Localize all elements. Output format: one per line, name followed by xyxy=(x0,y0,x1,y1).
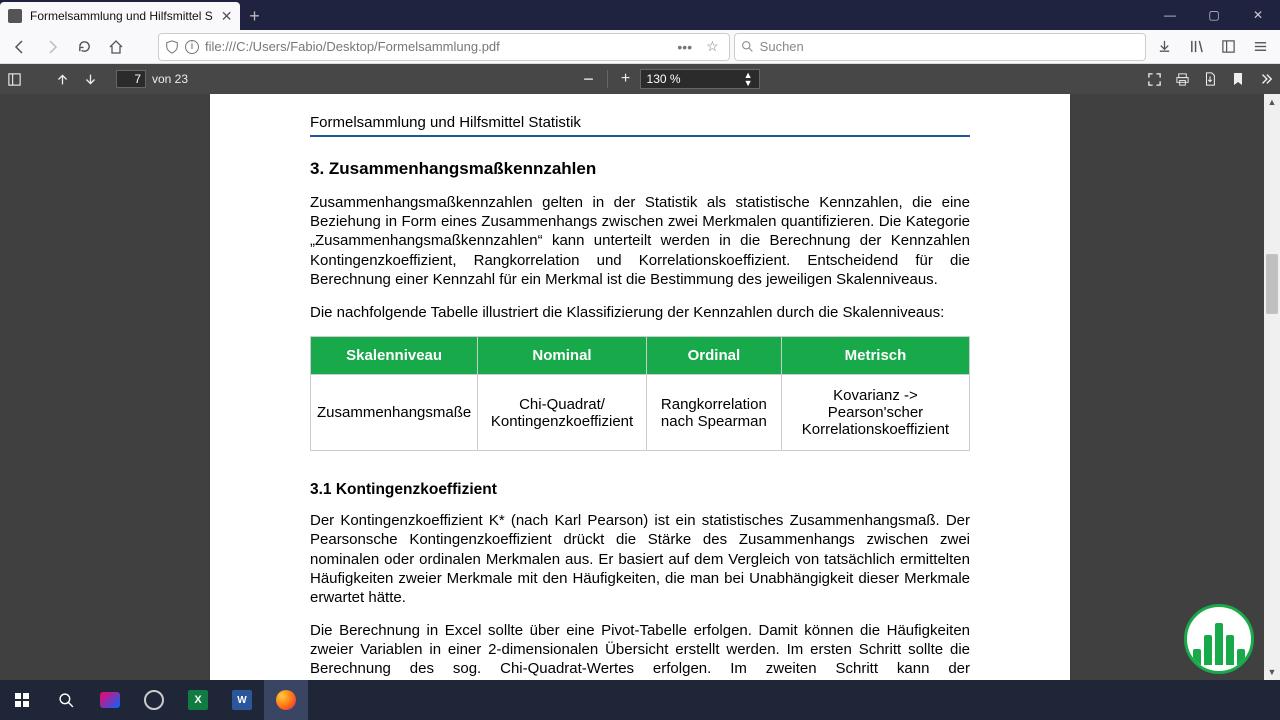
table-cell: Kovarianz -> Pearson'scher Korrelationsk… xyxy=(781,375,969,451)
pdf-sidebar-toggle[interactable] xyxy=(0,65,28,93)
info-icon[interactable]: i xyxy=(185,40,199,54)
watermark-logo xyxy=(1184,604,1254,674)
chevrons-right-icon xyxy=(1259,72,1273,86)
table-cell: Zusammenhangsmaße xyxy=(311,375,478,451)
browser-tab-active[interactable]: Formelsammlung und Hilfsmittel S ✕ xyxy=(0,2,240,30)
panel-icon xyxy=(7,72,22,87)
start-button[interactable] xyxy=(0,680,44,720)
reload-icon xyxy=(77,39,92,54)
subsection-title: 3.1 Kontingenzkoeffizient xyxy=(310,481,970,499)
table-header: Nominal xyxy=(478,337,647,375)
page-actions-icon[interactable]: ••• xyxy=(673,39,696,55)
pdf-bookmark-button[interactable] xyxy=(1224,65,1252,93)
pdf-next-page[interactable] xyxy=(76,65,104,93)
download-icon xyxy=(1157,39,1172,54)
obs-icon xyxy=(144,690,164,710)
forward-button[interactable] xyxy=(38,33,66,61)
bookmark-star-icon[interactable]: ☆ xyxy=(702,38,723,55)
arrow-down-icon xyxy=(84,73,97,86)
pdf-prev-page[interactable] xyxy=(48,65,76,93)
app-menu-button[interactable] xyxy=(1246,33,1274,61)
new-tab-button[interactable]: + xyxy=(240,2,268,30)
taskbar-app-1[interactable] xyxy=(88,680,132,720)
home-icon xyxy=(108,39,124,55)
scale-table: Skalenniveau Nominal Ordinal Metrisch Zu… xyxy=(310,336,970,451)
window-minimize-button[interactable]: — xyxy=(1148,0,1192,30)
chevron-updown-icon: ▲▼ xyxy=(744,71,753,87)
paragraph-2: Die nachfolgende Tabelle illustriert die… xyxy=(310,303,970,322)
snip-icon xyxy=(100,692,120,708)
table-cell: Chi-Quadrat/ Kontingenzkoeffizient xyxy=(478,375,647,451)
section-title: 3. Zusammenhangsmaßkennzahlen xyxy=(310,159,970,179)
taskbar-firefox[interactable] xyxy=(264,680,308,720)
paragraph-1: Zusammenhangsmaßkennzahlen gelten in der… xyxy=(310,193,970,289)
window-controls: — ▢ ✕ xyxy=(1148,0,1280,30)
library-button[interactable] xyxy=(1182,33,1210,61)
print-icon xyxy=(1175,72,1190,87)
nav-toolbar: i file:///C:/Users/Fabio/Desktop/Formels… xyxy=(0,30,1280,64)
windows-icon xyxy=(14,692,30,708)
taskbar-excel[interactable]: X xyxy=(176,680,220,720)
firefox-icon xyxy=(276,690,296,710)
table-cell: Rangkorrelation nach Spearman xyxy=(646,375,781,451)
fullscreen-icon xyxy=(1147,72,1162,87)
hamburger-icon xyxy=(1253,39,1268,54)
excel-icon: X xyxy=(188,690,208,710)
paragraph-3: Der Kontingenzkoeffizient K* (nach Karl … xyxy=(310,511,970,607)
search-icon xyxy=(741,40,754,53)
arrow-up-icon xyxy=(56,73,69,86)
pdf-favicon xyxy=(8,9,22,23)
table-header: Skalenniveau xyxy=(311,337,478,375)
pdf-zoom-value: 130 % xyxy=(647,72,681,86)
pdf-zoom-in[interactable]: + xyxy=(612,65,640,93)
paragraph-4: Die Berechnung in Excel sollte über eine… xyxy=(310,621,970,680)
doc-header: Formelsammlung und Hilfsmittel Statistik xyxy=(310,114,970,137)
scroll-down-button[interactable]: ▼ xyxy=(1264,664,1280,680)
pdf-viewport[interactable]: Formelsammlung und Hilfsmittel Statistik… xyxy=(0,94,1280,680)
pdf-download-button[interactable] xyxy=(1196,65,1224,93)
library-icon xyxy=(1189,39,1204,54)
url-text: file:///C:/Users/Fabio/Desktop/Formelsam… xyxy=(205,39,667,54)
pdf-page: Formelsammlung und Hilfsmittel Statistik… xyxy=(210,94,1070,680)
scroll-up-button[interactable]: ▲ xyxy=(1264,94,1280,110)
address-bar[interactable]: i file:///C:/Users/Fabio/Desktop/Formels… xyxy=(158,33,730,61)
pdf-toolbar: von 23 − + 130 % ▲▼ xyxy=(0,64,1280,94)
reload-button[interactable] xyxy=(70,33,98,61)
pdf-print-button[interactable] xyxy=(1168,65,1196,93)
bookmark-icon xyxy=(1232,72,1244,86)
table-header: Metrisch xyxy=(781,337,969,375)
tab-close-icon[interactable]: ✕ xyxy=(221,8,233,25)
arrow-left-icon xyxy=(12,39,28,55)
back-button[interactable] xyxy=(6,33,34,61)
tab-strip: Formelsammlung und Hilfsmittel S ✕ + — ▢… xyxy=(0,0,1280,30)
pdf-page-count: von 23 xyxy=(146,72,194,86)
scroll-thumb[interactable] xyxy=(1266,254,1278,314)
taskbar-word[interactable]: W xyxy=(220,680,264,720)
sidebar-icon xyxy=(1221,39,1236,54)
taskbar-search[interactable] xyxy=(44,680,88,720)
sidebar-button[interactable] xyxy=(1214,33,1242,61)
vertical-scrollbar[interactable]: ▲ ▼ xyxy=(1264,94,1280,680)
search-placeholder: Suchen xyxy=(760,39,804,54)
window-maximize-button[interactable]: ▢ xyxy=(1192,0,1236,30)
window-close-button[interactable]: ✕ xyxy=(1236,0,1280,30)
taskbar-app-obs[interactable] xyxy=(132,680,176,720)
shield-icon[interactable] xyxy=(165,40,179,54)
search-bar[interactable]: Suchen xyxy=(734,33,1146,61)
file-download-icon xyxy=(1203,72,1217,86)
tab-title: Formelsammlung und Hilfsmittel S xyxy=(30,9,213,23)
pdf-page-input[interactable] xyxy=(116,70,146,88)
arrow-right-icon xyxy=(44,39,60,55)
home-button[interactable] xyxy=(102,33,130,61)
word-icon: W xyxy=(232,690,252,710)
pdf-zoom-out[interactable]: − xyxy=(575,65,603,93)
table-header: Ordinal xyxy=(646,337,781,375)
downloads-button[interactable] xyxy=(1150,33,1178,61)
pdf-tools-button[interactable] xyxy=(1252,65,1280,93)
search-icon xyxy=(58,692,75,709)
pdf-zoom-select[interactable]: 130 % ▲▼ xyxy=(640,69,760,89)
pdf-presentation-button[interactable] xyxy=(1140,65,1168,93)
windows-taskbar: X W xyxy=(0,680,1280,720)
